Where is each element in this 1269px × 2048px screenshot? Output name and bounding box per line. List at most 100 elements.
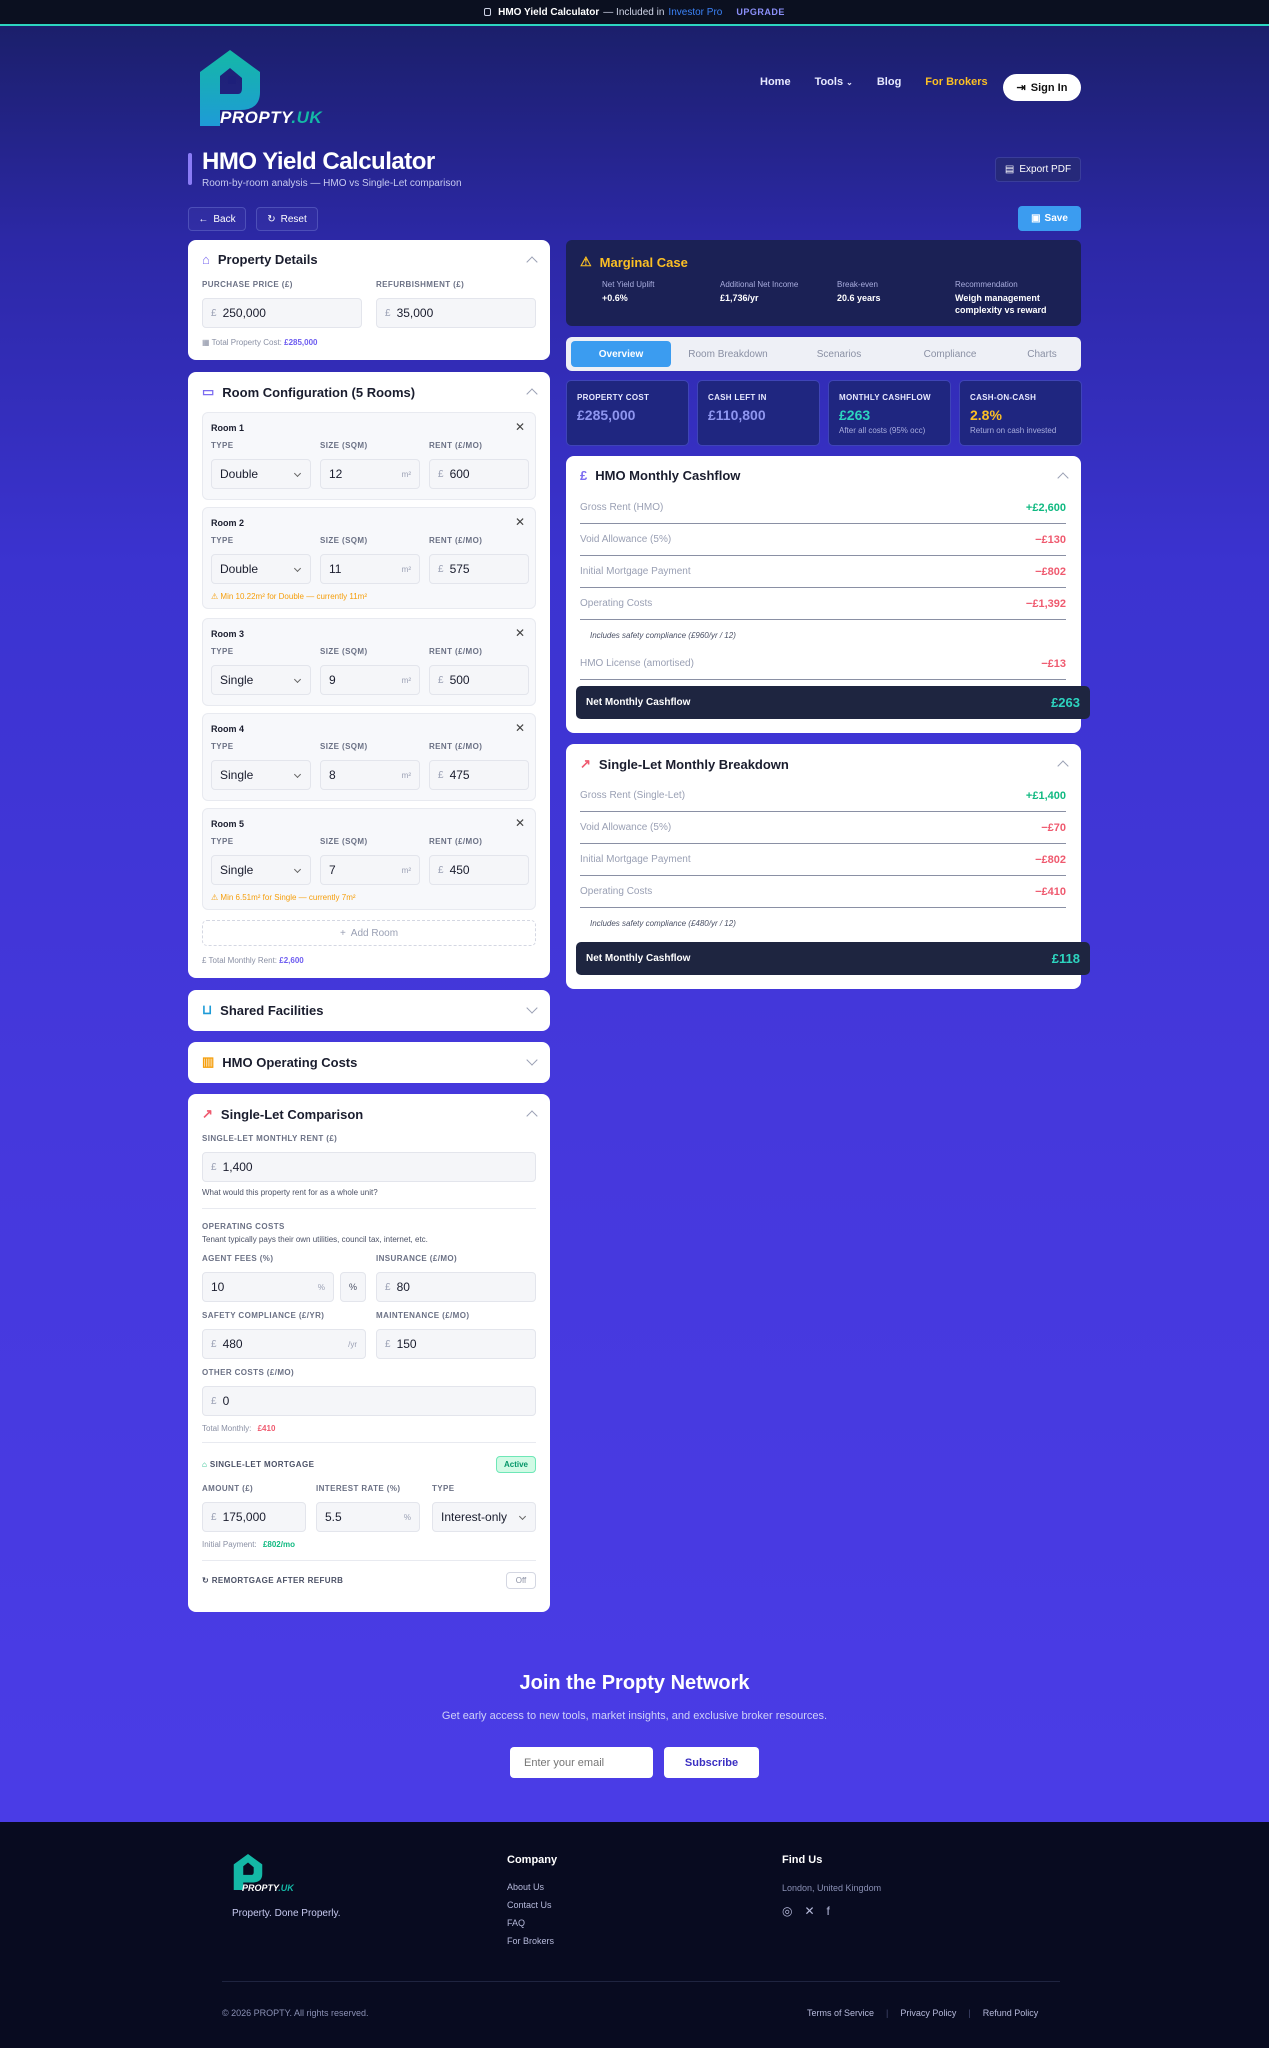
upgrade-link[interactable]: UPGRADE [736, 7, 785, 17]
room-type-select[interactable]: Single [211, 665, 311, 695]
room-type-select[interactable]: Double [211, 554, 311, 584]
hmo-cashflow-header[interactable]: £ HMO Monthly Cashflow [580, 468, 740, 483]
save-button[interactable]: ▣ Save [1018, 206, 1081, 231]
add-room-button[interactable]: + Add Room [202, 920, 536, 946]
safety-compliance-value: 480 [222, 1337, 243, 1351]
room-rent-input[interactable]: £600 [429, 459, 529, 489]
agent-fees-unit-toggle[interactable]: % [340, 1272, 366, 1302]
room-rent-input[interactable]: £575 [429, 554, 529, 584]
purchase-price-input[interactable]: £250,000 [202, 298, 362, 328]
arrow-left-icon: ← [198, 213, 209, 225]
single-safety-note: Includes safety compliance (£480/yr / 12… [590, 919, 736, 928]
shared-facilities-header[interactable]: ⊔ Shared Facilities [202, 1002, 323, 1018]
shared-facilities-card[interactable]: ⊔ Shared Facilities [188, 990, 550, 1031]
close-icon[interactable]: ✕ [515, 626, 525, 640]
agent-fees-input[interactable]: 10% [202, 1272, 334, 1302]
footer-logo-text: PROPTY [242, 1883, 279, 1893]
export-pdf-button[interactable]: ▤ Export PDF [995, 157, 1081, 182]
chevron-up-icon[interactable] [526, 388, 538, 400]
safety-compliance-input[interactable]: £480/yr [202, 1329, 366, 1359]
chevron-down-icon[interactable] [526, 1002, 538, 1014]
room-size-input[interactable]: 11 m² [320, 554, 420, 584]
close-icon[interactable]: ✕ [515, 721, 525, 735]
nav-home[interactable]: Home [760, 76, 791, 88]
refund-link[interactable]: Refund Policy [983, 2008, 1039, 2018]
nav-brokers[interactable]: For Brokers [925, 76, 987, 88]
footer-link[interactable]: Contact Us [507, 1900, 552, 1910]
single-rent-input[interactable]: £1,400 [202, 1152, 536, 1182]
logo-text: PROPTY [220, 108, 292, 127]
room-type-select[interactable]: Double [211, 459, 311, 489]
room-size-input[interactable]: 9 m² [320, 665, 420, 695]
chevron-up-icon[interactable] [526, 1110, 538, 1122]
logo[interactable]: PROPTY.UK [198, 48, 328, 130]
room-type-select[interactable]: Single [211, 855, 311, 885]
close-icon[interactable]: ✕ [515, 816, 525, 830]
tab-room-breakdown[interactable]: Room Breakdown [677, 341, 779, 367]
reset-button[interactable]: ↻ Reset [256, 207, 318, 231]
nav-blog[interactable]: Blog [877, 76, 901, 88]
footer-link[interactable]: For Brokers [507, 1936, 554, 1946]
chevron-up-icon[interactable] [526, 256, 538, 268]
room-size-input[interactable]: 8 m² [320, 760, 420, 790]
room-size-input[interactable]: 7 m² [320, 855, 420, 885]
single-breakdown-header[interactable]: ↗ Single-Let Monthly Breakdown [580, 756, 789, 772]
close-icon[interactable]: ✕ [515, 515, 525, 529]
mortgage-active-badge[interactable]: Active [496, 1456, 536, 1473]
instagram-icon[interactable]: ◎ [782, 1904, 792, 1918]
tab-overview[interactable]: Overview [571, 341, 671, 367]
x-icon[interactable]: ✕ [804, 1904, 814, 1918]
footer-link[interactable]: FAQ [507, 1918, 525, 1928]
back-button[interactable]: ← Back [188, 207, 246, 231]
hmo-operating-costs-header[interactable]: ▥ HMO Operating Costs [202, 1054, 357, 1070]
close-icon[interactable]: ✕ [515, 420, 525, 434]
subscribe-button[interactable]: Subscribe [664, 1747, 759, 1778]
facebook-icon[interactable]: f [827, 1904, 830, 1918]
footer-logo[interactable]: PROPTY.UK [242, 1883, 294, 1893]
insurance-input[interactable]: £80 [376, 1272, 536, 1302]
other-costs-input[interactable]: £0 [202, 1386, 536, 1416]
privacy-link[interactable]: Privacy Policy [900, 2008, 956, 2018]
room-type-select[interactable]: Single [211, 760, 311, 790]
email-input[interactable] [510, 1747, 653, 1778]
sign-in-button[interactable]: ⇥ Sign In [1003, 74, 1081, 101]
hmo-operating-costs-card[interactable]: ▥ HMO Operating Costs [188, 1042, 550, 1083]
interest-rate-input[interactable]: 5.5% [316, 1502, 420, 1532]
single-net-value: £118 [1051, 951, 1080, 966]
refurbishment-input[interactable]: £35,000 [376, 298, 536, 328]
marginal-stat-value: £1,736/yr [720, 293, 759, 303]
chevron-up-icon[interactable] [1057, 472, 1069, 484]
tab-compliance[interactable]: Compliance [898, 341, 1002, 367]
room-card: Room 2 ✕ TYPE SIZE (SQM) RENT (£/MO) Dou… [202, 507, 536, 609]
cashflow-row: Initial Mortgage Payment −£802 [580, 556, 1066, 588]
maintenance-value: 150 [396, 1337, 417, 1351]
mortgage-amount-value: 175,000 [222, 1510, 266, 1524]
property-details-header[interactable]: ⌂ Property Details [202, 252, 318, 267]
tab-charts[interactable]: Charts [1007, 341, 1077, 367]
kpi-card: CASH LEFT IN £110,800 [697, 380, 820, 446]
initial-payment-label: Initial Payment: [202, 1540, 257, 1549]
room-rent-input[interactable]: £475 [429, 760, 529, 790]
room-rent-input[interactable]: £500 [429, 665, 529, 695]
logo-tld: .UK [291, 108, 323, 127]
nav-tools[interactable]: Tools ⌄ [815, 76, 853, 88]
hmo-net-value: £263 [1051, 695, 1080, 710]
room-rent-input[interactable]: £450 [429, 855, 529, 885]
mortgage-amount-input[interactable]: £175,000 [202, 1502, 306, 1532]
terms-link[interactable]: Terms of Service [807, 2008, 874, 2018]
tab-scenarios[interactable]: Scenarios [788, 341, 890, 367]
footer-link[interactable]: About Us [507, 1882, 544, 1892]
maintenance-input[interactable]: £150 [376, 1329, 536, 1359]
room-size-input[interactable]: 12 m² [320, 459, 420, 489]
sqm-suffix: m² [401, 865, 411, 875]
single-let-header[interactable]: ↗ Single-Let Comparison [202, 1106, 363, 1122]
room-config-header[interactable]: ▭ Room Configuration (5 Rooms) [202, 384, 415, 400]
sqm-suffix: m² [401, 675, 411, 685]
remortgage-toggle[interactable]: Off [506, 1572, 536, 1589]
mortgage-type-select[interactable]: Interest-only [432, 1502, 536, 1532]
chevron-down-icon[interactable] [526, 1054, 538, 1066]
maintenance-label: MAINTENANCE (£/MO) [376, 1311, 470, 1320]
chevron-up-icon[interactable] [1057, 760, 1069, 772]
export-label: Export PDF [1019, 164, 1072, 175]
cashflow-value: −£410 [1035, 885, 1066, 898]
